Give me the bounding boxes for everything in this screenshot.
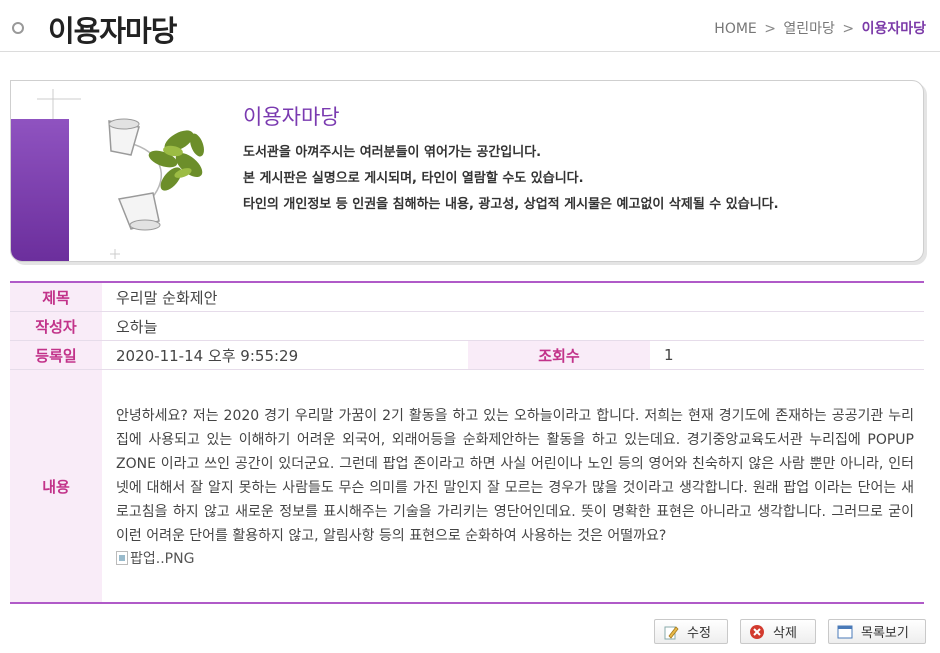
banner-line: 본 게시판은 실명으로 게시되며, 타인이 열람할 수도 있습니다.: [243, 171, 584, 186]
content-label: 내용: [10, 370, 102, 602]
chevron-right-icon: >: [764, 21, 776, 37]
table-row: 제목 우리말 순화제안: [10, 283, 924, 312]
breadcrumb-home[interactable]: HOME: [714, 21, 756, 37]
views-label: 조회수: [468, 341, 650, 369]
breadcrumb-parent[interactable]: 열린마당: [783, 21, 835, 37]
banner-heading: 이용자마당: [243, 105, 340, 129]
list-button-label: 목록보기: [861, 626, 909, 641]
tin-can-phone-plant-illustration: [37, 89, 204, 259]
chevron-right-icon: >: [842, 21, 855, 37]
edit-button-label: 수정: [687, 626, 711, 641]
list-button[interactable]: 목록보기: [828, 619, 926, 644]
breadcrumb: HOME > 열린마당 > 이용자마당: [714, 18, 926, 38]
content-body: 안녕하세요? 저는 2020 경기 우리말 가꿈이 2기 활동을 하고 있는 오…: [102, 370, 924, 602]
list-window-icon: [837, 624, 853, 640]
subject-value: 우리말 순화제안: [116, 288, 218, 307]
author-label: 작성자: [10, 312, 102, 340]
pencil-icon: [663, 624, 679, 640]
attached-image-alt: 팝업..PNG: [130, 551, 195, 567]
page-title: 이용자마당: [48, 14, 177, 48]
table-row: 작성자 오하늘: [10, 312, 924, 341]
action-buttons: 수정 삭제 목록보기: [654, 619, 926, 644]
views-value: 1: [664, 346, 674, 364]
delete-button[interactable]: 삭제: [740, 619, 816, 644]
breadcrumb-current: 이용자마당: [861, 21, 926, 37]
post-detail-table: 제목 우리말 순화제안 작성자 오하늘 등록일 2020-11-14 오후 9:…: [10, 281, 924, 604]
delete-x-icon: [749, 624, 765, 640]
banner-line: 도서관을 아껴주시는 여러분들이 엮어가는 공간입니다.: [243, 145, 542, 160]
content-text: 안녕하세요? 저는 2020 경기 우리말 가꿈이 2기 활동을 하고 있는 오…: [116, 408, 914, 544]
author-value: 오하늘: [116, 317, 158, 336]
delete-button-label: 삭제: [773, 626, 797, 641]
board-intro-banner: 이용자마당 도서관을 아껴주시는 여러분들이 엮어가는 공간입니다. 본 게시판…: [10, 80, 924, 262]
page-header: 이용자마당 HOME > 열린마당 > 이용자마당: [0, 0, 940, 52]
date-label: 등록일: [10, 341, 102, 369]
banner-line: 타인의 개인정보 등 인권을 침해하는 내용, 광고성, 상업적 게시물은 예고…: [243, 197, 779, 212]
banner-box: 이용자마당 도서관을 아껴주시는 여러분들이 엮어가는 공간입니다. 본 게시판…: [10, 80, 924, 262]
date-value: 2020-11-14 오후 9:55:29: [116, 346, 299, 365]
circle-bullet-icon: [12, 22, 24, 34]
attached-image: 팝업..PNG: [116, 548, 194, 568]
edit-button[interactable]: 수정: [654, 619, 728, 644]
broken-image-icon: [116, 551, 128, 565]
table-row: 등록일 2020-11-14 오후 9:55:29 조회수 1: [10, 341, 924, 370]
subject-label: 제목: [10, 283, 102, 311]
table-row: 내용 안녕하세요? 저는 2020 경기 우리말 가꿈이 2기 활동을 하고 있…: [10, 370, 924, 602]
